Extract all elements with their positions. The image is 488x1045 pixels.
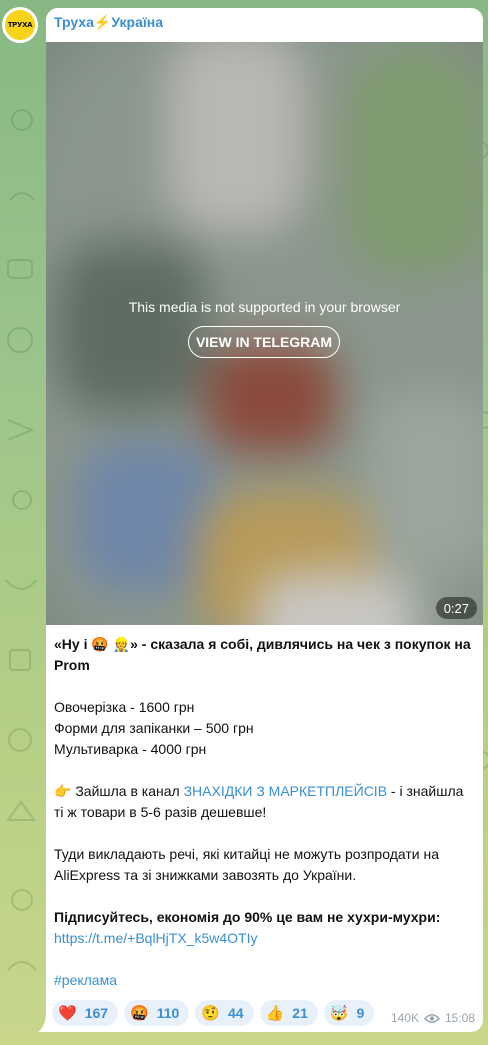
avatar-logo: ТРУХА [7, 21, 33, 29]
reaction-count: 9 [356, 1005, 365, 1021]
view-count: 140K [390, 1011, 419, 1025]
message-time: 15:08 [444, 1011, 475, 1025]
reaction-mind-blown[interactable]: 🤯 9 [323, 1000, 375, 1026]
post-text: «Ну і 🤬 👷» - сказала я собі, дивлячись н… [54, 634, 474, 991]
description-paragraph: Туди викладають речі, які китайці не мож… [54, 846, 439, 883]
media-unsupported-message: This media is not supported in your brow… [128, 299, 401, 315]
message-bubble: Труха⚡Україна This media is not supporte… [46, 8, 483, 1032]
subscribe-call: Підписуйтесь, економія до 90% це вам не … [54, 909, 441, 925]
price-item: Овочерізка - 1600 грн [54, 699, 195, 715]
reaction-heart[interactable]: ❤️ 167 [52, 1000, 119, 1026]
reactions-bar: ❤️ 167 🤬 110 🤨 44 👍 21 🤯 9 [52, 1000, 375, 1026]
channel-mention-link[interactable]: ЗНАХІДКИ З МАРКЕТПЛЕЙСІВ [184, 783, 387, 799]
mind-blown-emoji-icon: 🤯 [329, 1004, 349, 1022]
channel-name-link[interactable]: Труха⚡Україна [54, 14, 163, 31]
swearing-face-emoji-icon: 🤬 [130, 1004, 149, 1022]
video-duration-badge: 0:27 [435, 597, 477, 619]
price-item: Форми для запіканки – 500 грн [54, 720, 254, 736]
subscribe-link[interactable]: https://t.me/+BqlHjTX_k5w4OTIy [54, 930, 257, 946]
raised-eyebrow-emoji-icon: 🤨 [201, 1004, 221, 1022]
channel-avatar[interactable]: ТРУХА [2, 7, 38, 43]
video-media[interactable]: This media is not supported in your brow… [46, 42, 483, 625]
reaction-skeptical[interactable]: 🤨 44 [195, 1000, 254, 1026]
hashtag-link[interactable]: #реклама [54, 972, 117, 988]
heart-emoji-icon: ❤️ [58, 1004, 77, 1022]
eye-icon [423, 1013, 440, 1023]
reaction-count: 110 [156, 1005, 180, 1021]
reaction-thumbs-up[interactable]: 👍 21 [259, 1000, 318, 1026]
reaction-count: 21 [292, 1005, 308, 1021]
post-headline: «Ну і 🤬 👷» - сказала я собі, дивлячись н… [54, 636, 471, 673]
promo-paragraph: 👉 Зайшла в канал ЗНАХІДКИ З МАРКЕТПЛЕЙСІ… [54, 783, 464, 820]
reaction-angry[interactable]: 🤬 110 [124, 1000, 190, 1026]
message-meta: 140K 15:08 [391, 1011, 475, 1025]
reaction-count: 167 [84, 1005, 109, 1021]
reaction-count: 44 [228, 1005, 244, 1021]
thumbs-up-emoji-icon: 👍 [265, 1004, 285, 1022]
price-item: Мультиварка - 4000 грн [54, 741, 207, 757]
view-in-telegram-button[interactable]: VIEW IN TELEGRAM [188, 326, 340, 358]
